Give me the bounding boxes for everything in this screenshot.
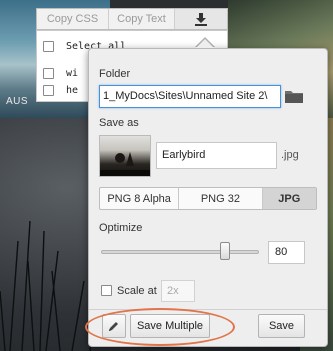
- save-as-label: Save as: [99, 117, 139, 129]
- save-multiple-button[interactable]: Save Multiple: [130, 314, 210, 338]
- copy-text-button[interactable]: Copy Text: [109, 9, 175, 29]
- optimize-slider-track[interactable]: [101, 250, 259, 254]
- file-name-input[interactable]: Earlybird: [156, 142, 277, 169]
- optimize-slider-thumb[interactable]: [220, 242, 230, 260]
- select-all-checkbox[interactable]: [43, 41, 54, 52]
- download-button[interactable]: [175, 9, 227, 29]
- list-item[interactable]: wi: [43, 68, 78, 79]
- folder-label: Folder: [99, 68, 131, 80]
- export-popover: Folder 1_MyDocs\Sites\Unnamed Site 2\ Sa…: [88, 48, 328, 347]
- thumbnail-silhouette: [100, 152, 150, 176]
- scale-label: Scale at: [117, 285, 157, 297]
- copy-css-button[interactable]: Copy CSS: [37, 9, 109, 29]
- save-button[interactable]: Save: [258, 314, 305, 338]
- canvas-overlay-text: AUS: [6, 96, 29, 107]
- layer-checkbox[interactable]: [43, 68, 54, 79]
- footer-divider: [89, 309, 327, 310]
- format-jpg-button[interactable]: JPG: [262, 188, 316, 209]
- image-thumbnail: [99, 135, 151, 177]
- layer-checkbox[interactable]: [43, 85, 54, 96]
- list-item-label: he: [66, 85, 79, 96]
- folder-path-input[interactable]: 1_MyDocs\Sites\Unnamed Site 2\: [99, 85, 281, 108]
- inspect-toolbar: Copy CSS Copy Text: [36, 8, 228, 30]
- list-item[interactable]: he: [43, 85, 78, 96]
- folder-icon[interactable]: [285, 89, 303, 103]
- optimize-label: Optimize: [99, 222, 143, 234]
- file-extension: .jpg: [281, 149, 299, 161]
- scale-value-input[interactable]: 2x: [161, 280, 195, 302]
- format-png32-button[interactable]: PNG 32: [179, 188, 263, 209]
- format-selector: PNG 8 Alpha PNG 32 JPG: [99, 187, 317, 210]
- list-item-label: wi: [66, 68, 79, 79]
- format-png8-button[interactable]: PNG 8 Alpha: [100, 188, 180, 209]
- scale-checkbox[interactable]: [101, 285, 112, 296]
- popover-caret: [196, 39, 214, 48]
- screen: AUS Copy CSS Copy Text Select all wi he …: [0, 0, 333, 351]
- pencil-icon: [109, 322, 118, 331]
- optimize-value-input[interactable]: 80: [268, 241, 305, 264]
- download-icon: [195, 12, 207, 26]
- edit-button[interactable]: [102, 314, 126, 338]
